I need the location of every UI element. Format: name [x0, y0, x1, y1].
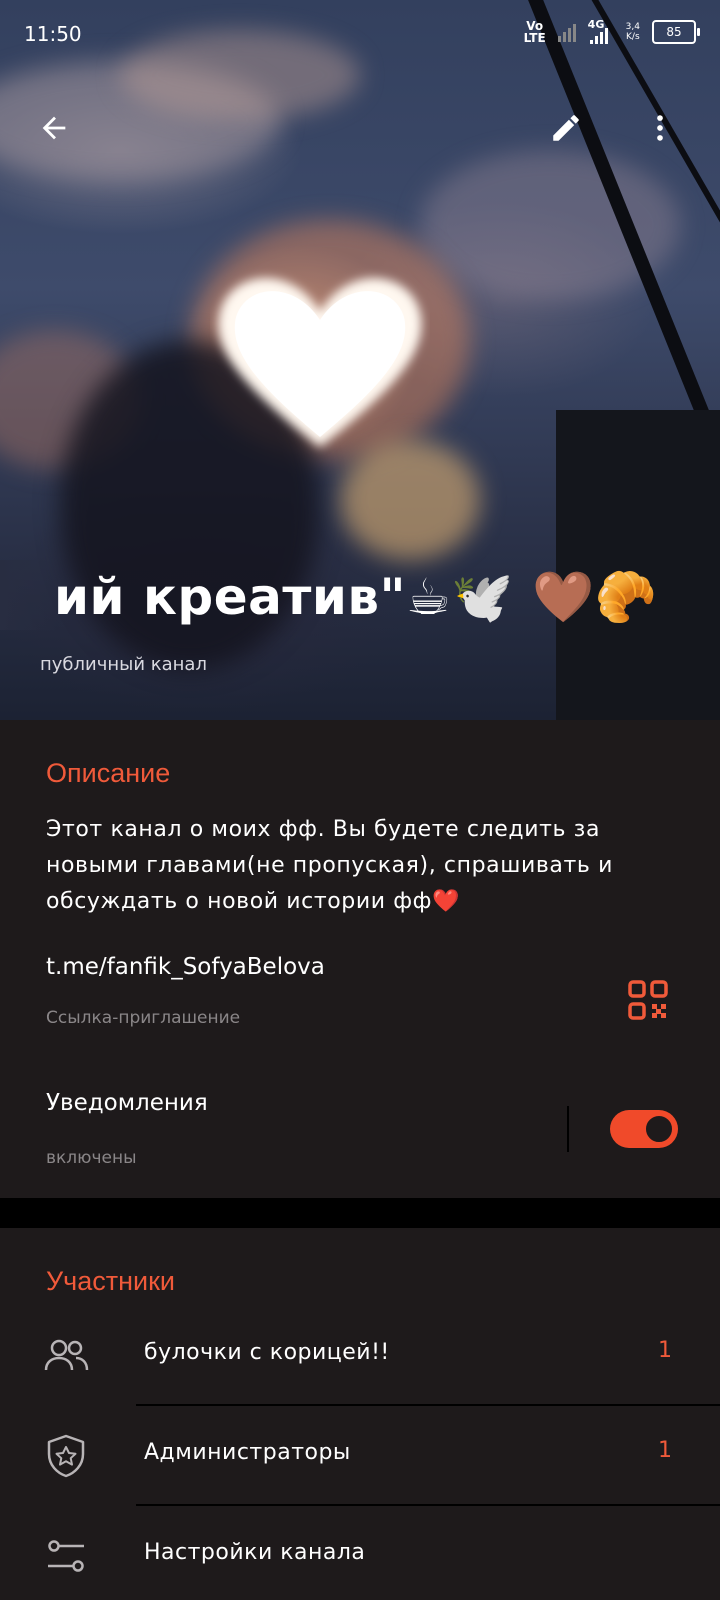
heart-shape	[210, 262, 430, 462]
more-options-button[interactable]	[632, 100, 688, 156]
channel-info-screen: ий креатив"☕🕊️ 🤎🥐 публичный канал 11:50 …	[0, 0, 720, 1600]
people-icon	[42, 1332, 90, 1380]
row-label: булочки с корицей!!	[144, 1340, 390, 1365]
more-vertical-icon	[657, 115, 663, 141]
battery-icon: 85	[652, 20, 700, 44]
row-label: Настройки канала	[144, 1540, 366, 1565]
section-gap	[0, 1198, 720, 1228]
status-bar: 11:50 Vo LTE 4G 3,4 K/s 85	[0, 0, 720, 72]
channel-cover-image: ий креатив"☕🕊️ 🤎🥐 публичный канал	[0, 0, 720, 720]
channel-type-label: публичный канал	[40, 654, 207, 675]
speed-value: 3,4	[625, 22, 640, 32]
shield-star-icon	[42, 1432, 90, 1480]
status-time: 11:50	[24, 22, 82, 46]
speed-unit: K/s	[626, 32, 640, 42]
battery-level: 85	[666, 25, 682, 39]
vertical-divider	[567, 1106, 569, 1152]
notifications-toggle[interactable]	[610, 1110, 678, 1148]
title-fade	[0, 560, 58, 630]
invite-link[interactable]: t.me/fanfik_SofyaBelova	[46, 954, 325, 980]
building-silhouette	[556, 410, 720, 720]
network-speed: 3,4 K/s	[626, 22, 640, 42]
volte-indicator: Vo LTE	[523, 19, 546, 45]
edit-button[interactable]	[538, 100, 594, 156]
members-section: Участники булочки с корицей!! 1 Админист…	[0, 1228, 720, 1600]
members-row-admins[interactable]: Администраторы 1	[0, 1406, 720, 1506]
channel-description: Этот канал о моих фф. Вы будете следить …	[46, 817, 613, 914]
notifications-label[interactable]: Уведомления	[46, 1090, 208, 1116]
notifications-state: включены	[46, 1148, 137, 1168]
members-row-settings[interactable]: Настройки канала	[0, 1506, 720, 1600]
channel-title: ий креатив"☕🕊️ 🤎🥐	[54, 568, 658, 626]
back-button[interactable]	[26, 100, 82, 156]
arrow-left-icon	[42, 116, 66, 140]
qr-code-icon	[628, 980, 668, 1020]
signal-icon	[557, 22, 576, 42]
toggle-knob	[643, 1113, 675, 1145]
qr-code-button[interactable]	[628, 980, 668, 1020]
pencil-icon	[553, 115, 579, 141]
row-count: 1	[658, 1338, 672, 1363]
members-row-subscribers[interactable]: булочки с корицей!! 1	[0, 1306, 720, 1406]
row-count: 1	[658, 1438, 672, 1463]
settings-sliders-icon	[42, 1532, 90, 1580]
members-title: Участники	[46, 1266, 175, 1296]
row-label: Администраторы	[144, 1440, 351, 1465]
network-signal-icon: 4G	[588, 18, 614, 44]
invite-link-caption: Ссылка-приглашение	[46, 1008, 241, 1028]
description-title: Описание	[46, 758, 171, 788]
